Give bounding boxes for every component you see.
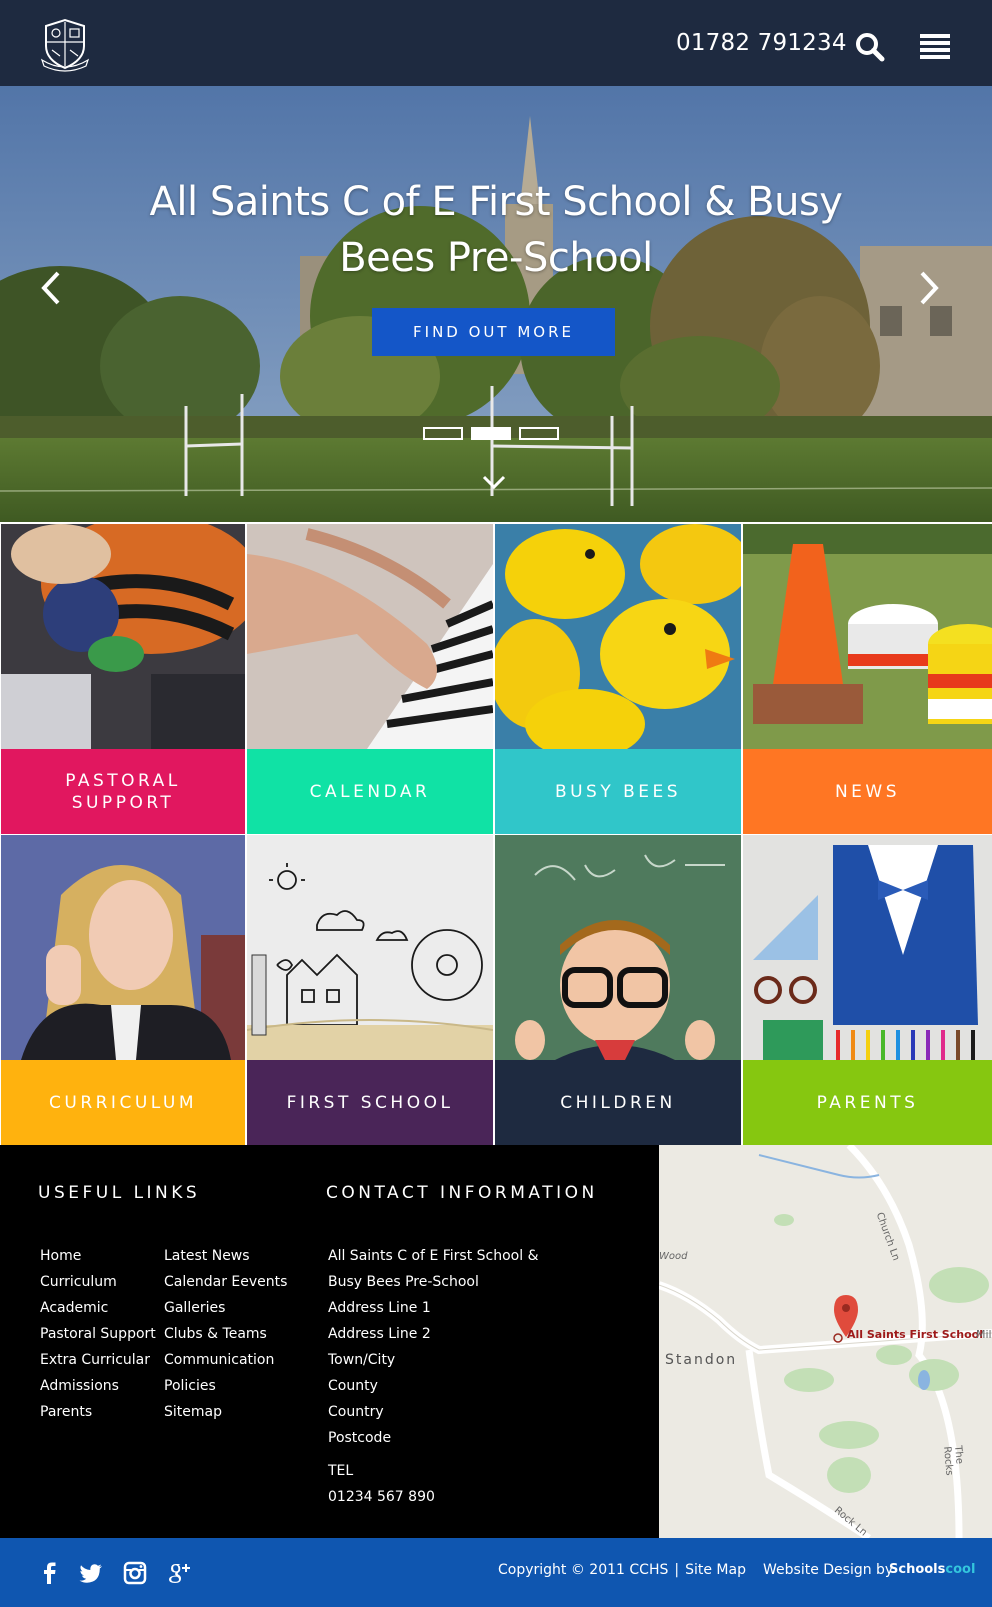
footer-link-sitemap[interactable]: Sitemap xyxy=(164,1399,287,1425)
tile-parents[interactable]: PARENTS xyxy=(743,835,992,1145)
tile-label: NEWS xyxy=(743,749,992,834)
contact-address: All Saints C of E First School & Busy Be… xyxy=(328,1243,539,1510)
find-out-more-button[interactable]: FIND OUT MORE xyxy=(372,308,615,356)
tile-label: PASTORAL SUPPORT xyxy=(1,749,245,834)
copyright-separator: | xyxy=(674,1562,680,1578)
tile-label: PARENTS xyxy=(743,1060,992,1145)
useful-links-column-2: Latest News Calendar Eevents Galleries C… xyxy=(164,1243,287,1425)
hero-title: All Saints C of E First School & Busy Be… xyxy=(149,179,843,281)
chevron-right-icon[interactable] xyxy=(916,270,942,306)
map-marker-label: All Saints First School xyxy=(847,1328,983,1341)
copyright: Copyright © 2011 CCHS | Site Map xyxy=(498,1562,746,1578)
copyright-text: Copyright © 2011 CCHS xyxy=(498,1562,669,1578)
tile-curriculum[interactable]: CURRICULUM xyxy=(1,835,245,1145)
useful-links-heading: USEFUL LINKS xyxy=(38,1183,201,1203)
footer-link-admissions[interactable]: Admissions xyxy=(40,1373,156,1399)
slide-indicator-3[interactable] xyxy=(519,427,559,440)
address-line: All Saints C of E First School & xyxy=(328,1248,539,1264)
tile-children[interactable]: CHILDREN xyxy=(495,835,741,1145)
address-line: Postcode xyxy=(328,1430,392,1446)
website-design-credit: Website Design by xyxy=(763,1562,894,1578)
hero-background-image xyxy=(0,86,992,522)
header-phone-number[interactable]: 01782 791234 xyxy=(676,30,847,56)
search-icon[interactable] xyxy=(855,32,885,62)
contact-info-heading: CONTACT INFORMATION xyxy=(326,1183,598,1203)
tile-pastoral-support[interactable]: PASTORAL SUPPORT xyxy=(1,524,245,834)
footer-link-home[interactable]: Home xyxy=(40,1243,156,1269)
footer-link-curriculum[interactable]: Curriculum xyxy=(40,1269,156,1295)
facebook-icon[interactable] xyxy=(36,1560,62,1586)
student-photo xyxy=(1,835,245,1060)
site-map-link[interactable]: Site Map xyxy=(685,1562,746,1578)
google-plus-icon[interactable] xyxy=(166,1560,192,1586)
tile-first-school[interactable]: FIRST SCHOOL xyxy=(247,835,493,1145)
footer-link-academic[interactable]: Academic xyxy=(40,1295,156,1321)
map-road-label: Wood xyxy=(659,1251,688,1262)
address-line: Busy Bees Pre-School xyxy=(328,1274,479,1290)
footer-link-pastoral-support[interactable]: Pastoral Support xyxy=(40,1321,156,1347)
rubber-ducks-photo xyxy=(495,524,741,749)
map-place-label: Standon xyxy=(665,1352,738,1368)
address-line: Town/City xyxy=(328,1352,396,1368)
bottom-bar: Copyright © 2011 CCHS | Site Map Website D… xyxy=(0,1538,992,1607)
brand-accent: cool xyxy=(945,1562,976,1577)
school-crest-icon[interactable] xyxy=(38,16,92,72)
instagram-icon[interactable] xyxy=(122,1560,148,1586)
footer-link-policies[interactable]: Policies xyxy=(164,1373,287,1399)
schoolscool-logo[interactable]: Schoolscool xyxy=(889,1562,975,1577)
tile-label: CURRICULUM xyxy=(1,1060,245,1145)
sports-cones-photo xyxy=(743,524,992,749)
chevron-left-icon[interactable] xyxy=(38,270,64,306)
child-with-glasses-photo xyxy=(495,835,741,1060)
tile-busy-bees[interactable]: BUSY BEES xyxy=(495,524,741,834)
tel-label: TEL xyxy=(328,1463,354,1479)
slide-indicator-1[interactable] xyxy=(423,427,463,440)
piano-photo xyxy=(247,524,493,749)
tile-label: FIRST SCHOOL xyxy=(247,1060,493,1145)
rugby-photo xyxy=(1,524,245,749)
footer-link-latest-news[interactable]: Latest News xyxy=(164,1243,287,1269)
map-road-label: Mil xyxy=(976,1328,992,1341)
brand-main: Schools xyxy=(889,1562,946,1577)
tile-label: CALENDAR xyxy=(247,749,493,834)
tile-news[interactable]: NEWS xyxy=(743,524,992,834)
address-line: County xyxy=(328,1378,378,1394)
twitter-icon[interactable] xyxy=(78,1560,104,1586)
address-line: Country xyxy=(328,1404,384,1420)
site-footer: USEFUL LINKS Home Curriculum Academic Pa… xyxy=(0,1145,992,1538)
map-graphic xyxy=(659,1145,992,1538)
footer-link-calendar-events[interactable]: Calendar Eevents xyxy=(164,1269,287,1295)
hero-carousel: All Saints C of E First School & Busy Be… xyxy=(0,86,992,522)
footer-link-communication[interactable]: Communication xyxy=(164,1347,287,1373)
location-map[interactable]: All Saints First School Standon Church L… xyxy=(659,1145,992,1538)
address-line: Address Line 2 xyxy=(328,1326,431,1342)
slide-indicators xyxy=(423,427,559,441)
site-header: 01782 791234 xyxy=(0,0,992,86)
map-road-label: The Rocks xyxy=(941,1445,965,1476)
footer-link-clubs-teams[interactable]: Clubs & Teams xyxy=(164,1321,287,1347)
hamburger-menu-icon[interactable] xyxy=(920,34,950,60)
tile-label: CHILDREN xyxy=(495,1060,741,1145)
slide-indicator-2[interactable] xyxy=(471,427,511,440)
school-uniform-photo xyxy=(743,835,992,1060)
tel-number[interactable]: 01234 567 890 xyxy=(328,1484,539,1510)
tile-label: BUSY BEES xyxy=(495,749,741,834)
address-line: Address Line 1 xyxy=(328,1300,431,1316)
tile-calendar[interactable]: CALENDAR xyxy=(247,524,493,834)
chevron-down-icon[interactable] xyxy=(482,474,506,490)
useful-links-column-1: Home Curriculum Academic Pastoral Suppor… xyxy=(40,1243,156,1425)
footer-link-extra-curricular[interactable]: Extra Curricular xyxy=(40,1347,156,1373)
footer-link-parents[interactable]: Parents xyxy=(40,1399,156,1425)
footer-link-galleries[interactable]: Galleries xyxy=(164,1295,287,1321)
doodle-book-photo xyxy=(247,835,493,1060)
feature-tiles-grid: PASTORAL SUPPORT CALENDAR BUSY BEES NEWS… xyxy=(0,523,992,1145)
